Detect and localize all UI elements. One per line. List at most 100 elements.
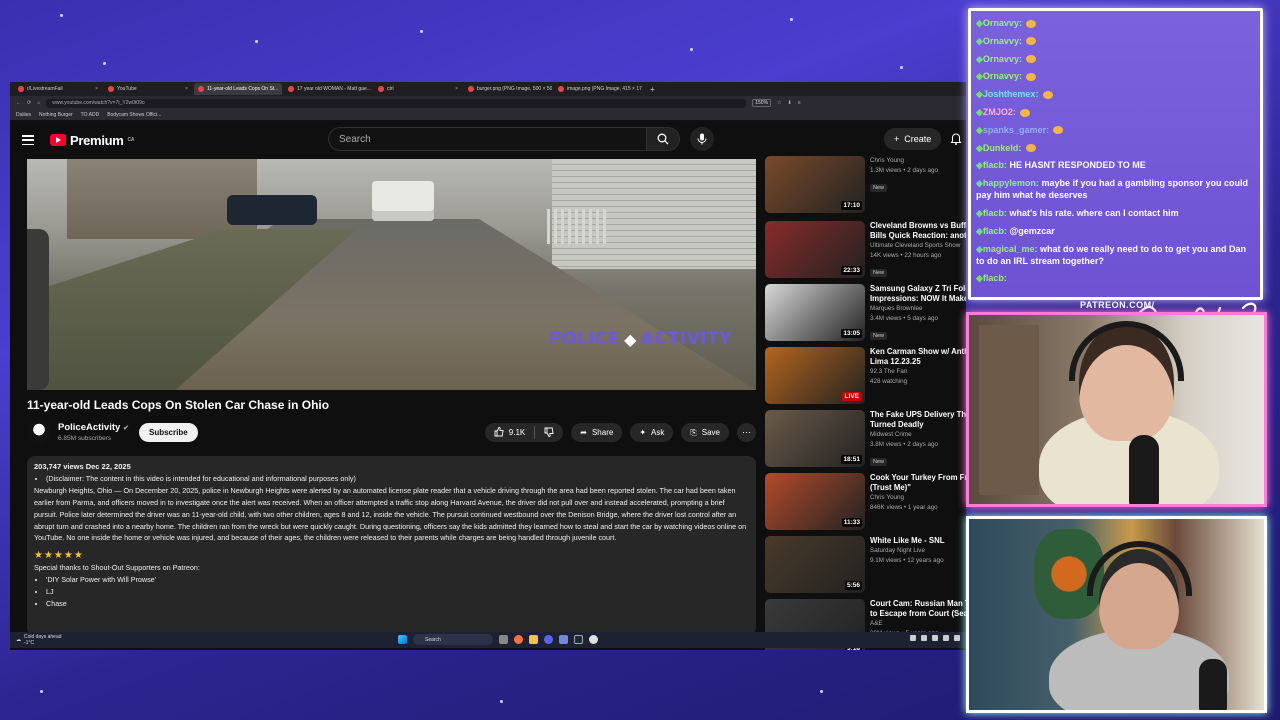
chat-username: Ornavvy: bbox=[982, 35, 1022, 46]
youtube-logo[interactable]: Premium CA bbox=[50, 133, 134, 148]
browser-tab[interactable]: burger.png (PNG Image, 500 × 500...× bbox=[464, 83, 552, 95]
video-thumbnail[interactable]: 18:51 bbox=[765, 410, 865, 467]
channel-name[interactable]: PoliceActivity ✔ bbox=[58, 422, 129, 433]
close-tab-icon[interactable]: × bbox=[455, 86, 458, 92]
tray-icon[interactable] bbox=[932, 635, 938, 641]
bookmark-star-icon[interactable]: ☆ bbox=[777, 100, 781, 106]
browser-tab[interactable]: r/LivestreamFail × bbox=[14, 83, 102, 95]
video-thumbnail[interactable]: LIVE bbox=[765, 347, 865, 404]
chat-badge-icon: ◆ bbox=[976, 106, 983, 117]
suggested-video[interactable]: 17:10 Chris Young 1.3M views • 2 days ago N… bbox=[765, 156, 966, 214]
browser-tab[interactable]: ctrl × bbox=[374, 83, 462, 95]
file-explorer-icon[interactable] bbox=[529, 635, 538, 644]
suggested-video-title[interactable]: Court Cam: Russian Man Tries bbox=[870, 599, 966, 609]
suggested-video-title[interactable]: Ken Carman Show w/ Anthony bbox=[870, 347, 966, 357]
taskbar-search[interactable]: Search bbox=[413, 634, 493, 645]
suggested-video-title[interactable]: Samsung Galaxy Z Tri Fold bbox=[870, 284, 966, 294]
video-thumbnail[interactable]: 13:05 bbox=[765, 284, 865, 341]
close-tab-icon[interactable]: × bbox=[281, 86, 282, 92]
bookmark-item[interactable]: Bodycam Shows Offici... bbox=[107, 112, 161, 118]
reload-icon[interactable]: ⟳ bbox=[27, 100, 31, 106]
dislike-button[interactable] bbox=[544, 427, 554, 439]
discord-icon[interactable] bbox=[559, 635, 568, 644]
description-box[interactable]: 203,747 views Dec 22, 2025 (Disclaimer: … bbox=[27, 456, 756, 636]
chat-badge-icon: ◆ bbox=[976, 124, 983, 135]
close-tab-icon[interactable]: × bbox=[95, 86, 98, 92]
tray-icon[interactable] bbox=[943, 635, 949, 641]
task-view-icon[interactable] bbox=[499, 635, 508, 644]
browser-tab[interactable]: 17 year old WOMAN - Matt gae... × bbox=[284, 83, 372, 95]
search-button[interactable] bbox=[646, 127, 680, 151]
suggested-video[interactable]: LIVE Ken Carman Show w/ AnthonyLima 12.23… bbox=[765, 347, 966, 405]
search-input[interactable]: Search bbox=[328, 127, 658, 151]
video-thumbnail[interactable]: 17:10 bbox=[765, 156, 865, 213]
suggested-video-title[interactable]: The Fake UPS Delivery That bbox=[870, 410, 966, 420]
start-windows-icon[interactable] bbox=[398, 635, 407, 644]
suggested-channel[interactable]: Chris Young bbox=[870, 156, 966, 166]
suggested-video-title[interactable]: White Like Me - SNL bbox=[870, 536, 966, 546]
suggested-channel[interactable]: Marques Brownlee bbox=[870, 304, 966, 314]
home-icon[interactable]: ⌂ bbox=[37, 100, 40, 106]
weather-widget[interactable]: ☁ Cold days ahead -1°C bbox=[16, 634, 62, 646]
video-player[interactable]: POLICE ◆ ACTIVITY bbox=[27, 159, 756, 390]
channel-avatar[interactable] bbox=[27, 420, 51, 444]
suggested-video-title[interactable]: Cleveland Browns vs Buffalo bbox=[870, 221, 966, 231]
like-button[interactable] bbox=[494, 426, 504, 439]
ask-button[interactable]: ✦ Ask bbox=[630, 423, 674, 442]
suggested-video[interactable]: 11:33 Cook Your Turkey From Frozen(Trust … bbox=[765, 473, 966, 531]
chat-app-icon[interactable] bbox=[544, 635, 553, 644]
suggested-channel[interactable]: A&E bbox=[870, 619, 966, 629]
suggested-video-title[interactable]: Cook Your Turkey From Frozen bbox=[870, 473, 966, 483]
menu-hamburger-icon[interactable] bbox=[22, 135, 34, 145]
video-thumbnail[interactable]: 11:33 bbox=[765, 473, 865, 530]
notifications-bell-icon[interactable] bbox=[950, 133, 962, 145]
star-rating-icon: ★★★★★ bbox=[34, 550, 84, 562]
region-code: CA bbox=[127, 136, 135, 143]
suggested-channel[interactable]: Saturday Night Live bbox=[870, 546, 966, 556]
tray-icon[interactable] bbox=[954, 635, 960, 641]
system-tray bbox=[910, 635, 960, 641]
suggested-video-title-line2[interactable]: Bills Quick Reaction: anoth bbox=[870, 231, 966, 241]
bookmark-item[interactable]: Nothing Burger bbox=[39, 112, 73, 118]
bookmark-item[interactable]: Dailies bbox=[16, 112, 31, 118]
zoom-level[interactable]: 150% bbox=[752, 99, 772, 107]
suggested-video-title-line2[interactable]: Impressions: NOW It Makes bbox=[870, 294, 966, 304]
share-button[interactable]: ➦ Share bbox=[571, 423, 623, 442]
firefox-icon[interactable] bbox=[514, 635, 523, 644]
video-thumbnail[interactable]: 5:56 bbox=[765, 536, 865, 593]
voice-search-button[interactable] bbox=[690, 127, 714, 151]
share-icon: ➦ bbox=[580, 428, 587, 437]
browser-tab[interactable]: 11-year-old Leads Cops On St...× bbox=[194, 83, 282, 95]
video-thumbnail[interactable]: 22:33 bbox=[765, 221, 865, 278]
suggested-channel[interactable]: 92.3 The Fan bbox=[870, 367, 966, 377]
suggested-video[interactable]: 18:51 The Fake UPS Delivery That Turned De… bbox=[765, 410, 966, 468]
close-tab-icon[interactable]: × bbox=[185, 86, 188, 92]
chat-badge-icon: ◆ bbox=[976, 142, 983, 153]
suggested-video[interactable]: 5:56 White Like Me - SNL Saturday Night Li… bbox=[765, 536, 966, 594]
steam-icon[interactable] bbox=[574, 635, 583, 644]
suggested-channel[interactable]: Chris Young bbox=[870, 493, 966, 503]
download-icon[interactable]: ⬇ bbox=[788, 100, 792, 106]
obs-icon[interactable] bbox=[589, 635, 598, 644]
bookmark-item[interactable]: TO ADD bbox=[81, 112, 100, 118]
tray-icon[interactable] bbox=[910, 635, 916, 641]
suggested-channel[interactable]: Ultimate Cleveland Sports Show bbox=[870, 241, 966, 251]
menu-icon[interactable]: ≡ bbox=[798, 100, 801, 106]
more-actions-button[interactable]: ⋯ bbox=[737, 423, 756, 442]
suggested-video[interactable]: 22:33 Cleveland Browns vs BuffaloBills Qu… bbox=[765, 221, 966, 279]
suggested-video-title-line2[interactable]: Lima 12.23.25 bbox=[870, 357, 966, 367]
save-button[interactable]: ⎘ Save bbox=[681, 423, 729, 442]
suggested-channel[interactable]: Midwest Crime bbox=[870, 430, 966, 440]
suggested-video-title-line2[interactable]: Turned Deadly bbox=[870, 420, 966, 430]
new-tab-button[interactable]: + bbox=[644, 85, 661, 94]
browser-tab[interactable]: YouTube × bbox=[104, 83, 192, 95]
subscribe-button[interactable]: Subscribe bbox=[139, 423, 198, 442]
suggested-video[interactable]: 13:05 Samsung Galaxy Z Tri Fold Impression… bbox=[765, 284, 966, 342]
create-button[interactable]: + Create bbox=[884, 128, 942, 150]
url-bar[interactable]: www.youtube.com/watch?v=7t_Y2w0t09o bbox=[46, 98, 747, 108]
suggested-video-title-line2[interactable]: (Trust Me)" bbox=[870, 483, 966, 493]
tray-icon[interactable] bbox=[921, 635, 927, 641]
suggested-video-title-line2[interactable]: to Escape from Court (Season bbox=[870, 609, 966, 619]
browser-tab[interactable]: image.png (PNG Image, 415 × 17...× bbox=[554, 83, 642, 95]
back-icon[interactable]: ← bbox=[16, 100, 21, 106]
